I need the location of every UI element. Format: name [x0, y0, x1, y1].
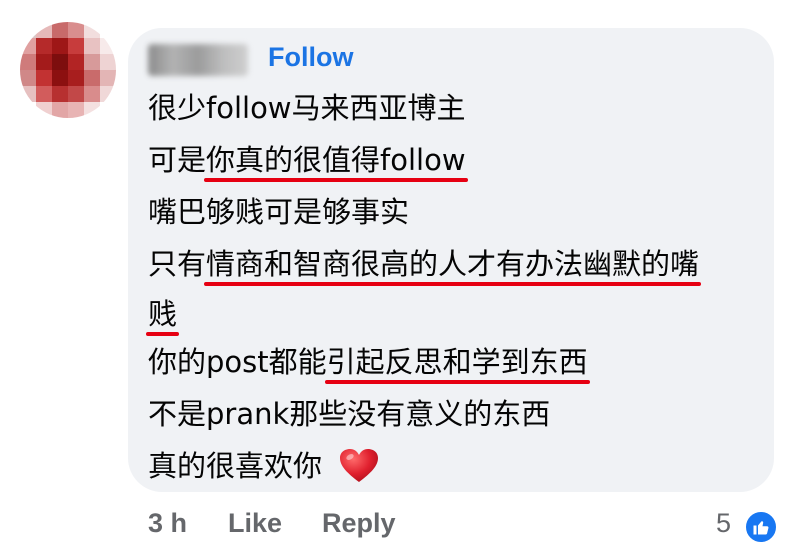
underlined-text: 情商和智商很高的人才有办法幽默的嘴	[204, 244, 702, 286]
heart-icon	[340, 449, 378, 482]
follow-button[interactable]: Follow	[268, 42, 353, 73]
comment-text: 嘴巴够贱可是够事实	[148, 195, 410, 229]
comment-line-5: 贱	[145, 294, 180, 336]
underlined-text: 贱	[145, 294, 180, 336]
like-button[interactable]: Like	[228, 508, 282, 539]
comment-text: 可是	[148, 143, 207, 177]
comment-text: 真的很喜欢你	[148, 449, 323, 483]
reaction-count[interactable]: 5	[716, 508, 731, 539]
avatar[interactable]	[20, 22, 116, 118]
comment-text: 只有	[148, 247, 207, 281]
comment-timestamp[interactable]: 3 h	[148, 508, 187, 539]
comment-line-6: 你的post都能引起反思和学到东西	[148, 342, 590, 384]
underlined-text: 你真的很值得follow	[204, 140, 468, 182]
underlined-text: 引起反思和学到东西	[324, 342, 590, 384]
comment-text: 很少follow马来西亚博主	[148, 91, 466, 125]
thumbs-up-icon[interactable]	[744, 510, 778, 544]
reply-button[interactable]: Reply	[322, 508, 396, 539]
author-name-blurred[interactable]	[148, 44, 248, 76]
comment-line-3: 嘴巴够贱可是够事实	[148, 192, 409, 232]
comment-line-4: 只有情商和智商很高的人才有办法幽默的嘴	[148, 244, 702, 286]
comment-line-7: 不是prank那些没有意义的东西	[148, 394, 550, 434]
comment-line-2: 可是你真的很值得follow	[148, 140, 468, 182]
comment-text: 你的post都能	[148, 345, 327, 379]
comment-line-8: 真的很喜欢你	[148, 446, 322, 486]
comment-line-1: 很少follow马来西亚博主	[148, 88, 466, 128]
comment-text: 不是prank那些没有意义的东西	[148, 397, 551, 431]
